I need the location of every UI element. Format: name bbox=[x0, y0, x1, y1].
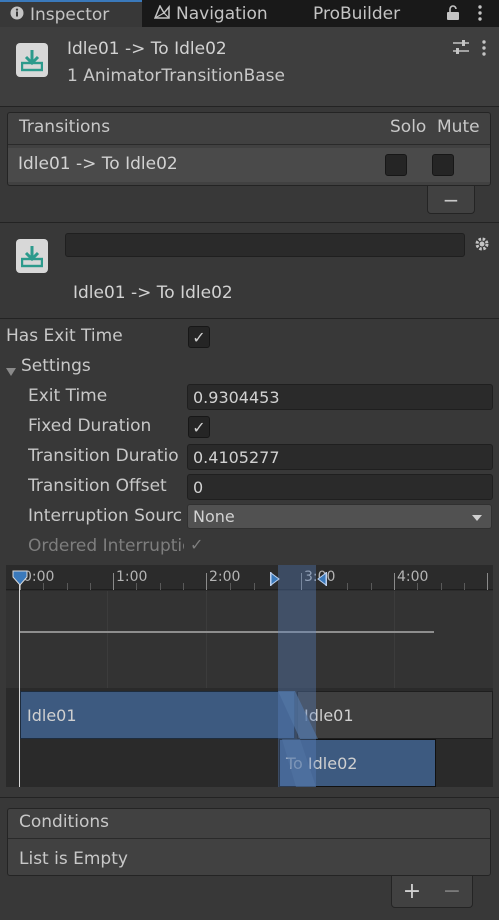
transition-duration-label: Transition Duratio bbox=[28, 446, 179, 466]
weight-curve-line bbox=[20, 631, 434, 633]
conditions-list: Conditions List is Empty bbox=[7, 808, 491, 876]
remove-condition-button[interactable]: − bbox=[443, 879, 461, 904]
interruption-source-label: Interruption Sourc bbox=[28, 506, 183, 526]
fixed-duration-checkbox[interactable]: ✓ bbox=[188, 416, 210, 438]
divider bbox=[0, 318, 499, 319]
header-title: Idle01 -> To Idle02 bbox=[67, 39, 227, 59]
tab-navigation[interactable]: Navigation bbox=[153, 0, 294, 27]
transition-icon bbox=[16, 43, 48, 77]
chevron-down-icon bbox=[471, 507, 483, 526]
mute-column-label: Mute bbox=[437, 117, 480, 137]
header-subtitle: 1 AnimatorTransitionBase bbox=[67, 66, 285, 86]
solo-column-label: Solo bbox=[390, 117, 427, 137]
transitions-heading: Transitions bbox=[19, 117, 111, 137]
weight-curve-area bbox=[6, 591, 493, 688]
transition-start-marker-icon[interactable] bbox=[270, 571, 280, 590]
remove-label: − bbox=[442, 187, 460, 212]
transition-label: Idle01 -> To Idle02 bbox=[73, 283, 233, 303]
source-clip-bar-after[interactable]: Idle01 bbox=[297, 691, 493, 739]
interruption-source-dropdown[interactable]: None bbox=[187, 504, 492, 529]
remove-transition-button[interactable]: − bbox=[427, 186, 475, 214]
transition-icon bbox=[16, 239, 48, 273]
transition-offset-label: Transition Offset bbox=[28, 476, 167, 496]
exit-time-input[interactable]: 0.9304453 bbox=[187, 384, 493, 410]
transition-row[interactable]: Idle01 -> To Idle02 bbox=[8, 148, 490, 182]
kebab-menu-icon[interactable] bbox=[477, 3, 483, 27]
tab-label: ProBuilder bbox=[313, 3, 401, 24]
ordered-interruption-checkbox: ✓ bbox=[190, 535, 204, 554]
divider bbox=[0, 222, 499, 223]
transitions-list: Transitions Solo Mute Idle01 -> To Idle0… bbox=[7, 112, 491, 186]
conditions-header: Conditions bbox=[8, 809, 490, 839]
conditions-heading: Conditions bbox=[19, 812, 109, 832]
kebab-menu-icon[interactable] bbox=[481, 38, 487, 62]
transition-timeline[interactable]: 0:00 1:00 2:00 3:00 4:00 Idle01 Idle01 T… bbox=[6, 565, 493, 787]
tab-label: Inspector bbox=[30, 4, 110, 25]
divider bbox=[0, 797, 499, 798]
navmesh-icon bbox=[153, 3, 170, 23]
playhead-line bbox=[19, 579, 20, 787]
has-exit-time-label: Has Exit Time bbox=[6, 326, 123, 346]
gear-icon[interactable] bbox=[474, 236, 490, 256]
add-condition-button[interactable]: + bbox=[403, 879, 421, 904]
conditions-footer: + − bbox=[391, 876, 473, 908]
foldout-triangle-icon[interactable] bbox=[5, 362, 17, 381]
transition-offset-input[interactable]: 0 bbox=[187, 474, 493, 500]
transition-name-input[interactable] bbox=[65, 233, 465, 257]
transition-row-name: Idle01 -> To Idle02 bbox=[18, 154, 178, 174]
tick-label: 1:00 bbox=[116, 569, 148, 585]
preset-icon[interactable] bbox=[452, 39, 470, 59]
transitions-list-header: Transitions Solo Mute bbox=[8, 113, 490, 145]
transition-end-marker-icon[interactable] bbox=[317, 571, 327, 590]
settings-foldout-label[interactable]: Settings bbox=[21, 356, 91, 376]
has-exit-time-checkbox[interactable]: ✓ bbox=[188, 326, 210, 348]
lock-icon[interactable] bbox=[446, 5, 460, 25]
transition-range[interactable] bbox=[278, 565, 316, 787]
tick-label: 4:00 bbox=[397, 569, 429, 585]
tick-label: 2:00 bbox=[209, 569, 241, 585]
tab-probuilder[interactable]: ProBuilder bbox=[313, 0, 423, 27]
fixed-duration-label: Fixed Duration bbox=[28, 416, 152, 436]
tab-label: Navigation bbox=[176, 3, 268, 24]
inspector-header: Idle01 -> To Idle02 1 AnimatorTransition… bbox=[0, 27, 499, 107]
source-clip-label: Idle01 bbox=[27, 705, 77, 725]
timeline-ruler[interactable]: 0:00 1:00 2:00 3:00 4:00 bbox=[6, 565, 493, 590]
info-icon bbox=[10, 6, 24, 24]
tab-bar: Inspector Navigation ProBuilder bbox=[0, 0, 499, 27]
interruption-source-value: None bbox=[193, 507, 235, 526]
conditions-empty-text: List is Empty bbox=[19, 849, 128, 869]
source-clip-bar[interactable]: Idle01 bbox=[20, 691, 295, 739]
playhead-marker-icon[interactable] bbox=[11, 570, 29, 590]
tab-inspector[interactable]: Inspector bbox=[0, 0, 142, 27]
mute-checkbox[interactable] bbox=[432, 154, 454, 176]
exit-time-label: Exit Time bbox=[28, 386, 108, 406]
transition-duration-input[interactable]: 0.4105277 bbox=[187, 444, 493, 470]
clips-area: Idle01 Idle01 To Idle02 bbox=[6, 688, 493, 787]
ordered-interruption-label: Ordered Interruptio bbox=[28, 536, 184, 556]
solo-checkbox[interactable] bbox=[385, 154, 407, 176]
